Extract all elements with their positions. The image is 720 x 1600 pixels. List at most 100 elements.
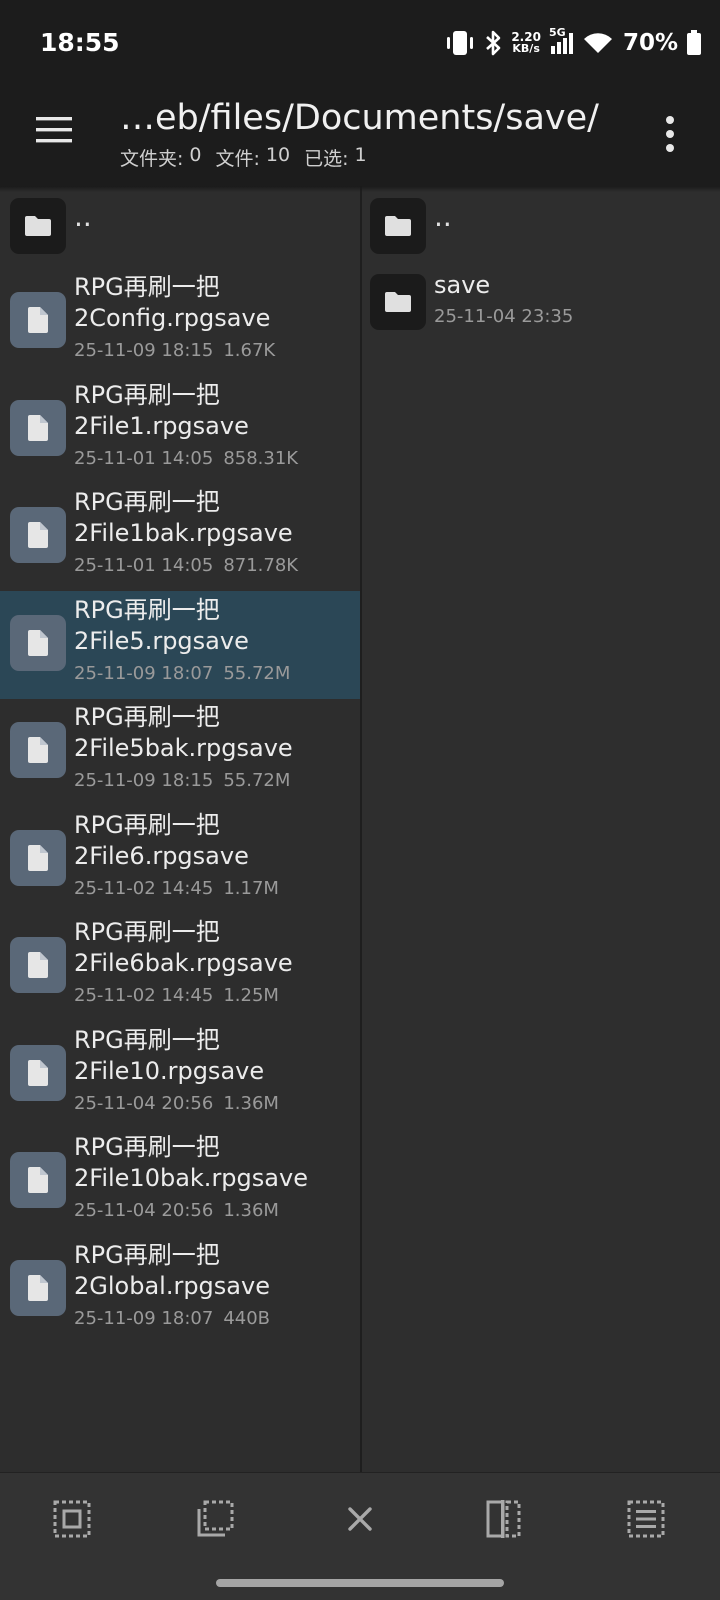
file-size: 440B — [223, 1308, 271, 1329]
current-path[interactable]: …eb/files/Documents/save/ — [120, 98, 599, 138]
file-name-line1: RPG再刷一把 — [74, 1026, 220, 1054]
file-meta: 25-11-02 14:45 1.17M — [74, 878, 279, 899]
vibrate-icon — [445, 30, 475, 56]
file-row[interactable]: RPG再刷一把 2File10bak.rpgsave 25-11-04 20:56 1… — [0, 1128, 360, 1236]
more-vert-icon[interactable] — [660, 112, 680, 156]
file-meta: 25-11-02 14:45 1.25M — [74, 985, 279, 1006]
file-meta: 25-11-09 18:15 1.67K — [74, 340, 275, 361]
files-count: 10 — [265, 144, 291, 166]
wifi-icon — [583, 31, 613, 55]
file-name-line2: 2File10bak.rpgsave — [74, 1164, 308, 1192]
file-icon — [10, 1260, 66, 1316]
file-name-line2: 2File6bak.rpgsave — [74, 949, 293, 977]
file-name-line1: RPG再刷一把 — [74, 811, 220, 839]
battery-icon — [686, 30, 702, 56]
file-meta: 25-11-04 20:56 1.36M — [74, 1200, 279, 1221]
file-meta: 25-11-09 18:15 55.72M — [74, 770, 290, 791]
file-row[interactable]: RPG再刷一把 2File5bak.rpgsave 25-11-09 18:15 55… — [0, 698, 360, 806]
folder-icon — [370, 274, 426, 330]
file-name-line2: 2File1.rpgsave — [74, 412, 249, 440]
file-meta: 25-11-01 14:05 871.78K — [74, 555, 298, 576]
folder-date: 25-11-04 23:35 — [434, 306, 574, 327]
file-size: 1.67K — [223, 340, 276, 361]
parent-folder-label: .. — [74, 200, 92, 233]
right-file-pane[interactable]: .. save 25-11-04 23:35 — [362, 186, 720, 1472]
parent-folder-row[interactable]: .. — [0, 186, 360, 266]
toolbar-shadow — [0, 186, 720, 192]
close-icon[interactable] — [338, 1497, 382, 1541]
file-icon — [10, 722, 66, 778]
file-size: 871.78K — [223, 555, 299, 576]
file-row[interactable]: RPG再刷一把 2File5.rpgsave 25-11-09 18:07 55.72… — [0, 591, 360, 699]
split-view-icon[interactable] — [481, 1497, 525, 1541]
select-list-icon[interactable] — [624, 1497, 668, 1541]
network-type: 5G — [548, 26, 566, 39]
status-icons: 2.20 KB/s 5G 70% — [445, 26, 702, 60]
select-range-icon[interactable] — [193, 1497, 237, 1541]
file-date: 25-11-09 18:15 — [74, 340, 214, 361]
file-row[interactable]: RPG再刷一把 2File1bak.rpgsave 25-11-01 14:05 87… — [0, 483, 360, 591]
parent-folder-label: .. — [434, 200, 452, 233]
folder-icon — [10, 198, 66, 254]
file-name-line2: 2File1bak.rpgsave — [74, 519, 293, 547]
file-name-line2: 2File5.rpgsave — [74, 627, 249, 655]
file-date: 25-11-04 20:56 — [74, 1093, 214, 1114]
file-name-line1: RPG再刷一把 — [74, 703, 220, 731]
file-icon — [10, 507, 66, 563]
file-name-line1: RPG再刷一把 — [74, 596, 220, 624]
battery-level: 70% — [622, 30, 678, 56]
file-name-line2: 2File5bak.rpgsave — [74, 734, 293, 762]
file-name-line2: 2Global.rpgsave — [74, 1272, 270, 1300]
file-row[interactable]: RPG再刷一把 2File6.rpgsave 25-11-02 14:45 1.17M — [0, 806, 360, 914]
hamburger-menu-icon[interactable] — [34, 114, 78, 154]
file-name-line1: RPG再刷一把 — [74, 381, 220, 409]
file-size: 55.72M — [223, 663, 291, 684]
files-label: 文件: — [215, 148, 260, 170]
file-icon — [10, 1152, 66, 1208]
file-size: 1.36M — [223, 1200, 279, 1221]
selected-label: 已选: — [304, 148, 349, 170]
folder-row-save[interactable]: save 25-11-04 23:35 — [362, 268, 720, 338]
file-date: 25-11-01 14:05 — [74, 555, 214, 576]
file-row[interactable]: RPG再刷一把 2Config.rpgsave 25-11-09 18:15 1.67… — [0, 268, 360, 376]
net-speed: 2.20 KB/s — [511, 30, 541, 55]
file-meta: 25-11-04 20:56 1.36M — [74, 1093, 279, 1114]
file-name-line1: RPG再刷一把 — [74, 273, 220, 301]
file-name-line1: RPG再刷一把 — [74, 918, 220, 946]
file-size: 858.31K — [223, 448, 299, 469]
file-size: 1.36M — [223, 1093, 279, 1114]
file-size: 55.72M — [223, 770, 291, 791]
file-name-line1: RPG再刷一把 — [74, 1241, 220, 1269]
file-name-line1: RPG再刷一把 — [74, 488, 220, 516]
path-summary: 文件夹: 0 文件: 10 已选: 1 — [120, 144, 367, 171]
bluetooth-icon — [483, 29, 503, 57]
file-row[interactable]: RPG再刷一把 2File1.rpgsave 25-11-01 14:05 858.3… — [0, 376, 360, 484]
folders-label: 文件夹: — [120, 148, 184, 170]
file-icon — [10, 292, 66, 348]
file-icon — [10, 400, 66, 456]
file-icon — [10, 830, 66, 886]
selected-count: 1 — [354, 144, 367, 166]
file-name-line1: RPG再刷一把 — [74, 1133, 220, 1161]
file-name-line2: 2Config.rpgsave — [74, 304, 271, 332]
file-icon — [10, 937, 66, 993]
file-size: 1.17M — [223, 878, 279, 899]
file-date: 25-11-09 18:15 — [74, 770, 214, 791]
home-indicator[interactable] — [216, 1579, 504, 1587]
file-date: 25-11-09 18:07 — [74, 663, 214, 684]
file-name-line2: 2File6.rpgsave — [74, 842, 249, 870]
signal-icon: 5G — [549, 26, 575, 56]
file-name-line2: 2File10.rpgsave — [74, 1057, 265, 1085]
file-meta: 25-11-09 18:07 440B — [74, 1308, 270, 1329]
select-all-icon[interactable] — [50, 1497, 94, 1541]
left-file-pane[interactable]: .. RPG再刷一把 2Config.rpgsave 25-11-09 18:15 1… — [0, 186, 360, 1472]
file-icon — [10, 615, 66, 671]
file-date: 25-11-01 14:05 — [74, 448, 214, 469]
status-time: 18:55 — [40, 28, 120, 57]
file-row[interactable]: RPG再刷一把 2Global.rpgsave 25-11-09 18:07 440B — [0, 1236, 360, 1344]
folder-icon — [370, 198, 426, 254]
file-row[interactable]: RPG再刷一把 2File6bak.rpgsave 25-11-02 14:45 1.… — [0, 913, 360, 1021]
parent-folder-row[interactable]: .. — [362, 186, 720, 266]
file-meta: 25-11-09 18:07 55.72M — [74, 663, 290, 684]
file-row[interactable]: RPG再刷一把 2File10.rpgsave 25-11-04 20:56 1.36… — [0, 1021, 360, 1129]
